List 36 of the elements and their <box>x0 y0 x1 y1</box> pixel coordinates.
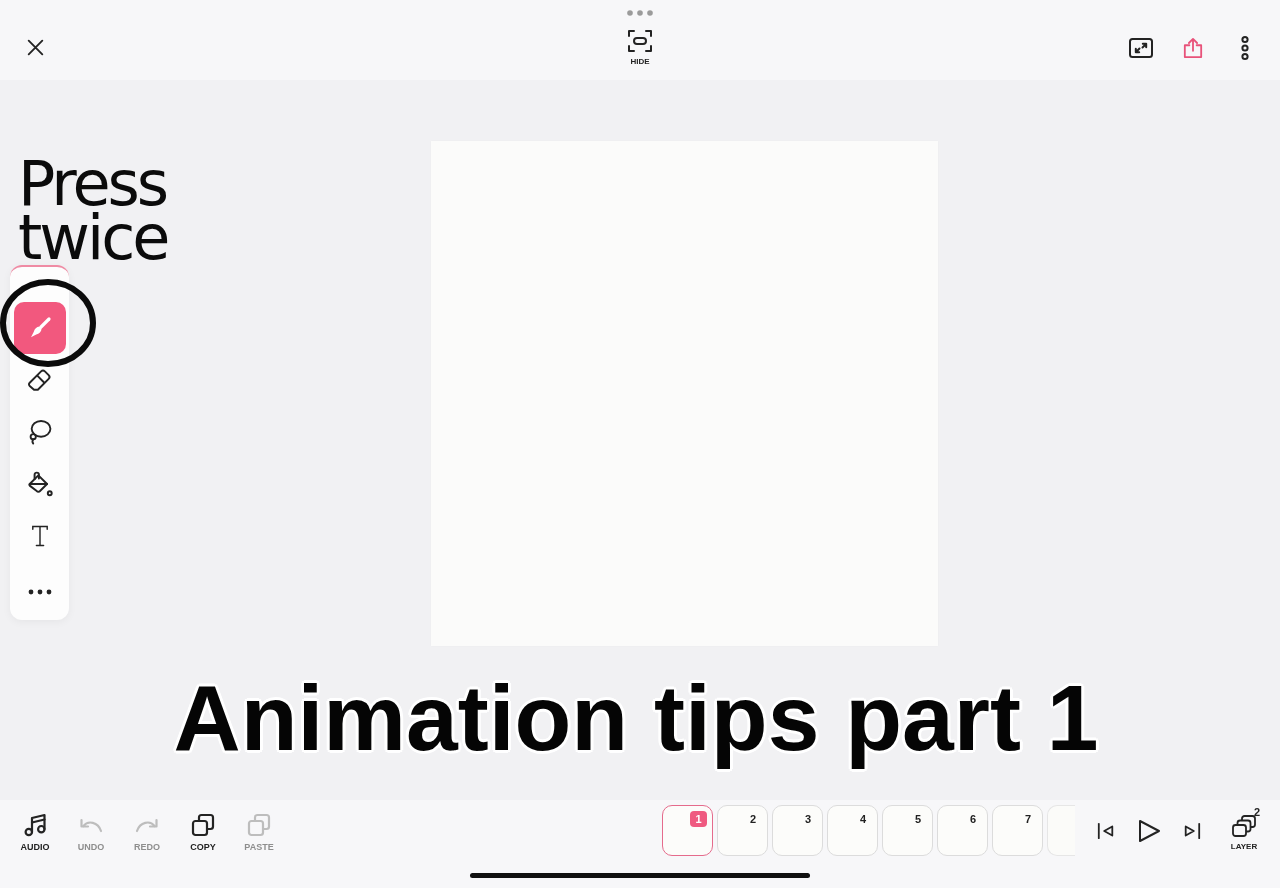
copy-button[interactable]: COPY <box>177 813 229 852</box>
text-tool-icon <box>30 524 49 548</box>
handwritten-note: Press twice <box>18 157 168 265</box>
frame-corners-icon <box>628 30 652 52</box>
music-note-icon <box>23 813 47 837</box>
skip-forward-icon <box>1183 820 1201 841</box>
layer-button[interactable]: 2 LAYER <box>1223 807 1265 852</box>
copy-icon <box>191 813 215 837</box>
skip-back-icon <box>1097 820 1115 841</box>
share-icon <box>1183 37 1203 59</box>
frame-thumbnail[interactable]: 7 <box>992 805 1043 856</box>
hide-button[interactable]: HIDE <box>628 30 652 66</box>
lasso-icon <box>27 420 52 444</box>
layers-icon <box>1232 815 1256 837</box>
brush-icon <box>28 317 51 339</box>
audio-button[interactable]: AUDIO <box>9 813 61 852</box>
caption-text: Animation tips part 1 <box>173 667 1099 769</box>
more-icon <box>1241 36 1249 60</box>
frame-thumbnail[interactable]: 6 <box>937 805 988 856</box>
play-icon <box>1137 818 1161 843</box>
paint-bucket-icon <box>26 471 53 497</box>
expand-icon <box>1129 38 1153 58</box>
eraser-icon <box>26 367 53 393</box>
more-icon <box>27 589 52 595</box>
drag-handle-icon <box>627 10 653 16</box>
close-button[interactable] <box>27 39 44 56</box>
frame-thumbnail[interactable]: 5 <box>882 805 933 856</box>
undo-icon <box>79 817 103 833</box>
layer-count: 2 <box>1253 807 1260 818</box>
close-icon <box>27 39 44 56</box>
frame-thumbnail[interactable]: 2 <box>717 805 768 856</box>
redo-icon <box>135 817 159 833</box>
frame-thumbnail[interactable]: 3 <box>772 805 823 856</box>
paste-icon <box>247 813 271 837</box>
frame-thumbnail[interactable]: 4 <box>827 805 878 856</box>
frame-number-badge: 1 <box>690 810 707 827</box>
